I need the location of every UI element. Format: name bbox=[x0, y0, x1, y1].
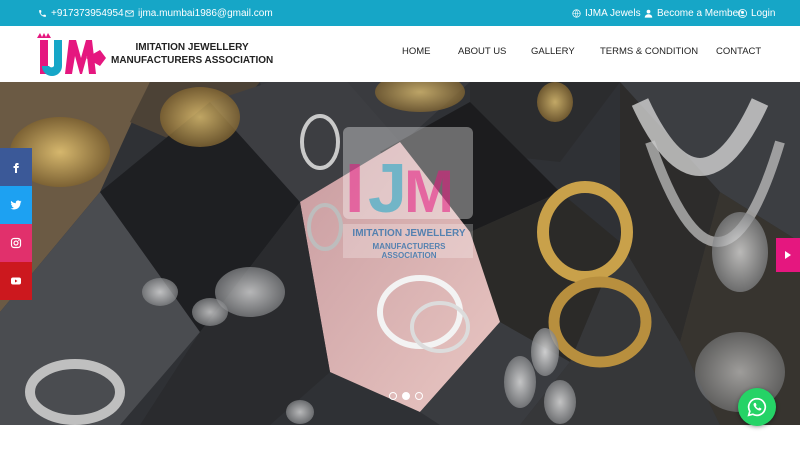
slider-dot-3[interactable] bbox=[415, 392, 423, 400]
brand-line-1: IMITATION JEWELLERY bbox=[135, 42, 249, 53]
email-address: ijma.mumbai1986@gmail.com bbox=[138, 8, 273, 19]
site-header: IMITATION JEWELLERY MANUFACTURERS ASSOCI… bbox=[0, 26, 800, 82]
nav-contact[interactable]: CONTACT bbox=[716, 46, 761, 57]
slider-dots bbox=[389, 392, 423, 400]
facebook-link[interactable] bbox=[0, 148, 32, 186]
watermark-line-2: MANUFACTURERS ASSOCIATION bbox=[372, 242, 446, 260]
ijma-jewels-label: IJMA Jewels bbox=[585, 8, 641, 19]
instagram-link[interactable] bbox=[0, 224, 32, 262]
user-icon bbox=[644, 9, 653, 18]
whatsapp-icon bbox=[747, 397, 767, 417]
become-member-label: Become a Member bbox=[657, 8, 742, 19]
chevron-right-icon bbox=[785, 251, 791, 259]
user-circle-icon bbox=[738, 9, 747, 18]
nav-home[interactable]: HOME bbox=[402, 46, 431, 57]
phone-icon bbox=[39, 10, 46, 17]
svg-text:I: I bbox=[345, 149, 364, 227]
phone-number: +917373954954 bbox=[51, 8, 124, 19]
hero-slider[interactable]: I J M IMITATION JEWELLERY MANUFACTURERS … bbox=[0, 82, 800, 425]
ijma-jewels-link[interactable]: IJMA Jewels bbox=[572, 8, 641, 19]
nav-gallery[interactable]: GALLERY bbox=[531, 46, 575, 57]
ijma-logo[interactable] bbox=[34, 30, 106, 78]
svg-text:J: J bbox=[368, 149, 407, 227]
email-link[interactable]: ijma.mumbai1986@gmail.com bbox=[125, 8, 273, 19]
slider-dot-2[interactable] bbox=[402, 392, 410, 400]
whatsapp-button[interactable] bbox=[738, 388, 776, 426]
envelope-icon bbox=[125, 10, 134, 17]
youtube-icon bbox=[11, 277, 21, 285]
instagram-icon bbox=[10, 237, 22, 249]
twitter-icon bbox=[10, 200, 22, 210]
youtube-link[interactable] bbox=[0, 262, 32, 300]
login-label: Login bbox=[751, 8, 776, 19]
brand-line-2: MANUFACTURERS ASSOCIATION bbox=[111, 55, 274, 66]
brand-name: IMITATION JEWELLERY MANUFACTURERS ASSOCI… bbox=[111, 41, 273, 67]
nav-about-us[interactable]: ABOUT US bbox=[458, 46, 506, 57]
top-bar: +917373954954 ijma.mumbai1986@gmail.com … bbox=[0, 0, 800, 26]
nav-terms[interactable]: TERMS & CONDITION bbox=[600, 46, 698, 57]
globe-icon bbox=[572, 9, 581, 18]
facebook-icon bbox=[13, 163, 19, 173]
svg-text:M: M bbox=[404, 158, 454, 225]
slider-dot-1[interactable] bbox=[389, 392, 397, 400]
twitter-link[interactable] bbox=[0, 186, 32, 224]
slider-next-button[interactable] bbox=[776, 238, 800, 272]
login-link[interactable]: Login bbox=[738, 8, 775, 19]
watermark-line-1: IMITATION JEWELLERY bbox=[352, 228, 466, 239]
phone-link[interactable]: +917373954954 bbox=[38, 8, 124, 19]
become-member-link[interactable]: Become a Member bbox=[644, 8, 741, 19]
